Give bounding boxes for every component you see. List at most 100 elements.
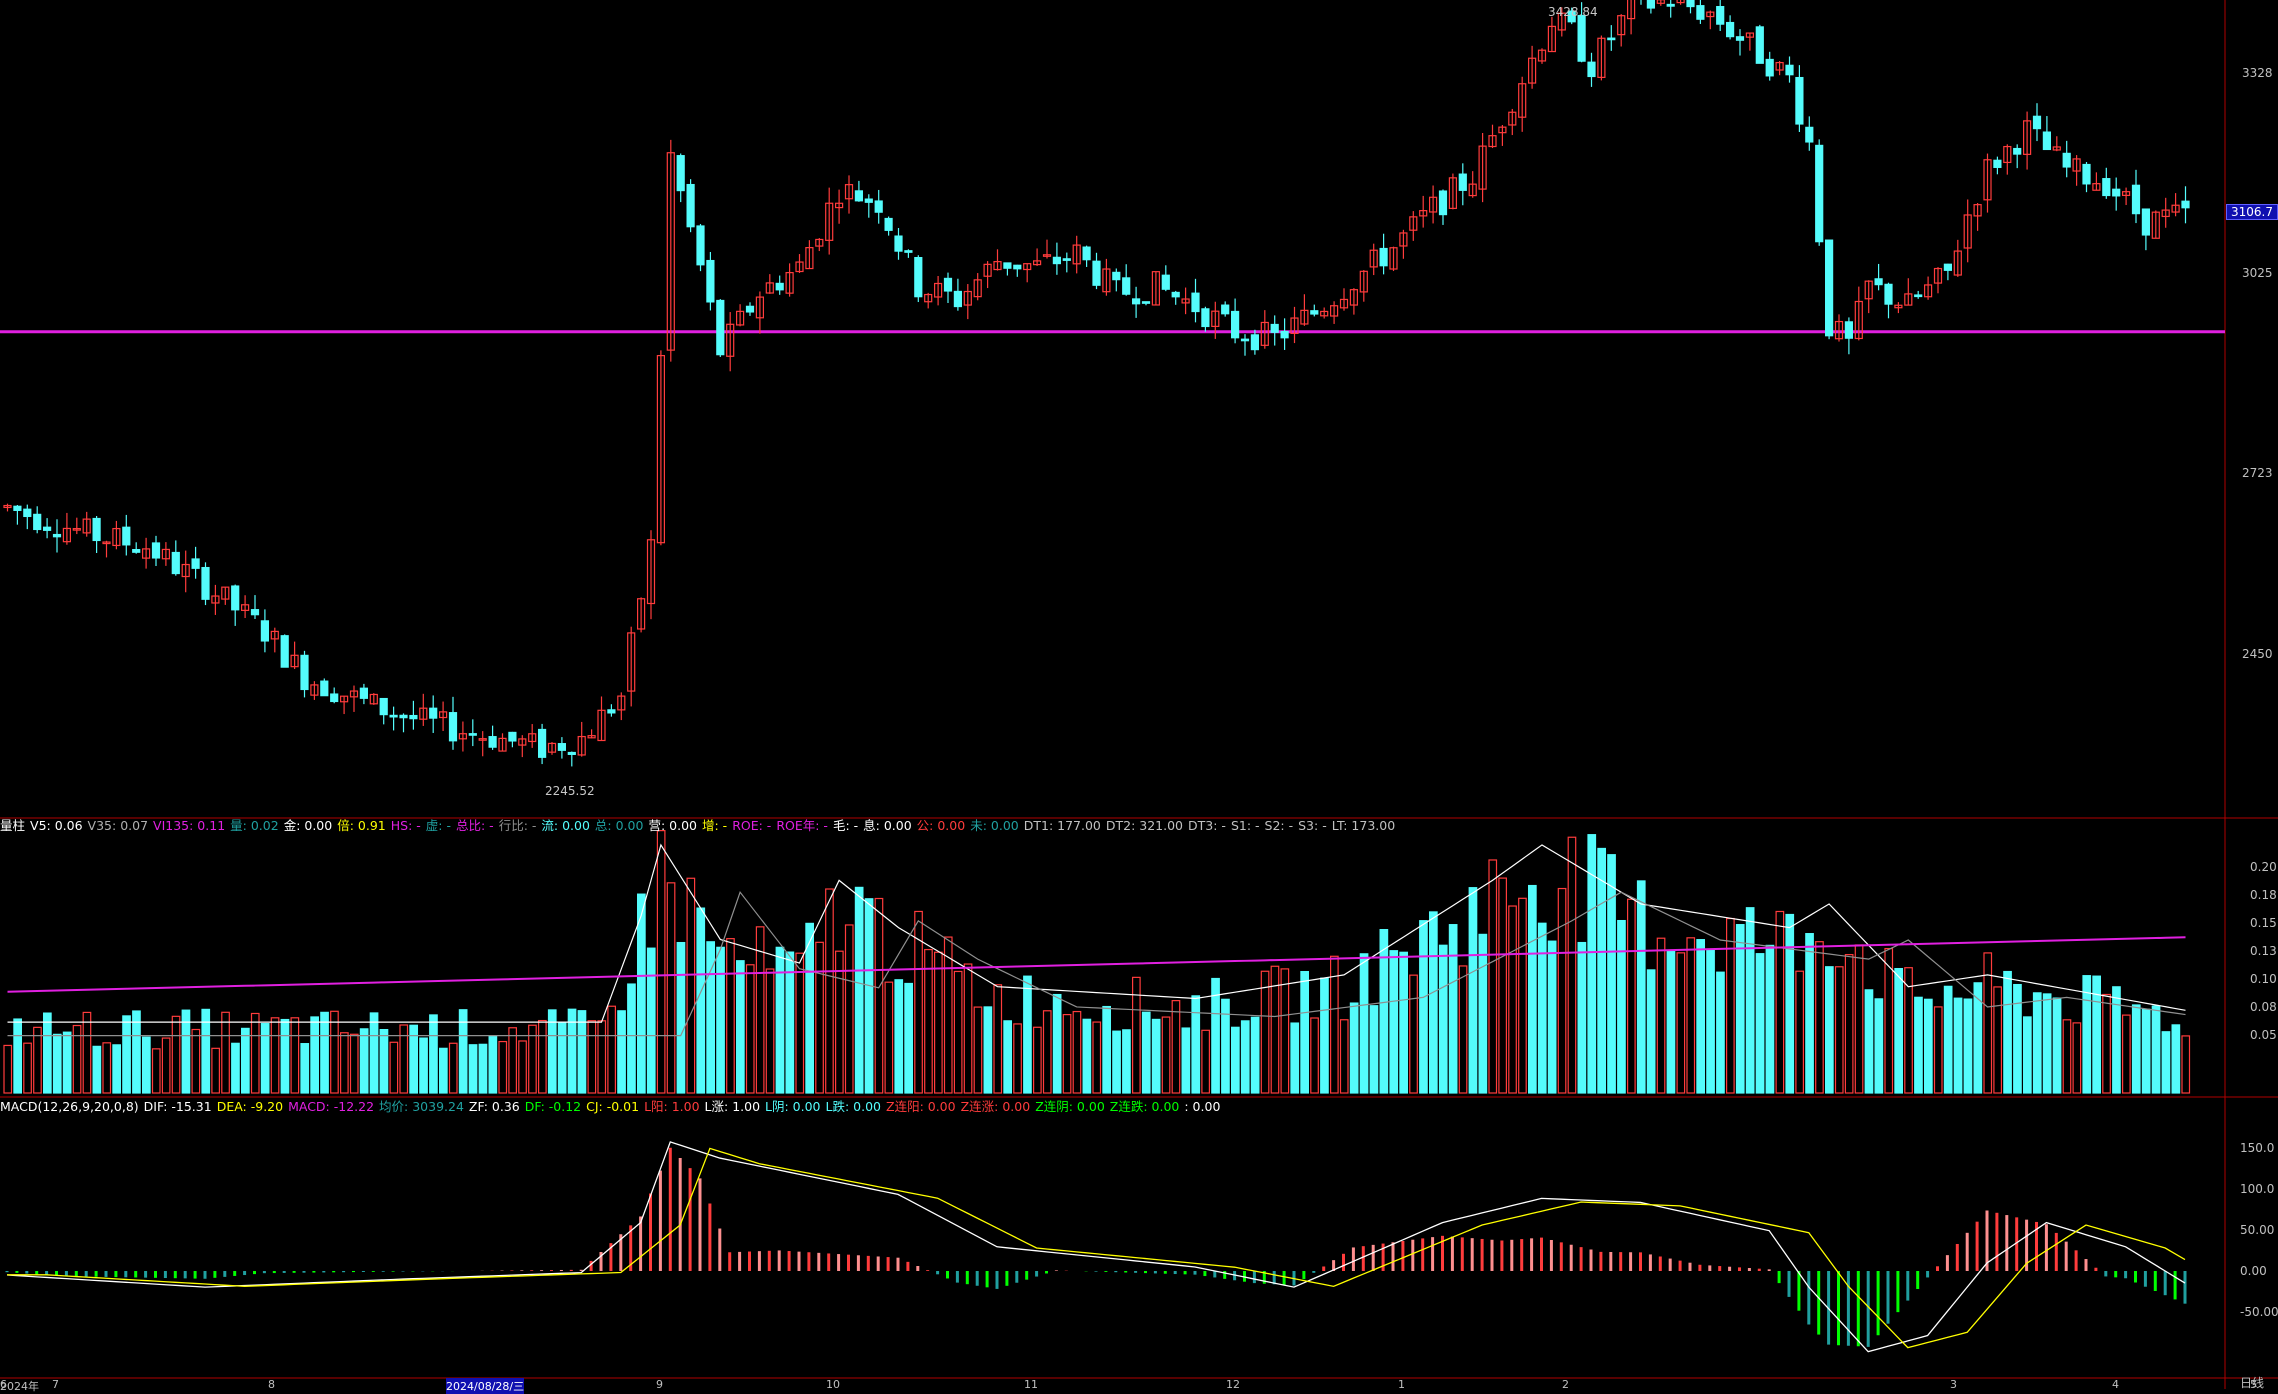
volume-bar [13,1018,22,1094]
candle-body [1993,159,2002,168]
volume-bar [1547,940,1557,1094]
indicator-value: : 0.00 [1184,1099,1221,1114]
candle-body [1716,6,1725,25]
indicator-value: S3: - [1298,818,1327,833]
volume-bar [1171,1000,1181,1094]
candle-body [676,155,685,192]
candle-body [1171,291,1180,298]
volume-bar [1310,1017,1319,1094]
indicator-value: 增: - [701,818,728,833]
indicator-value: V5: 0.06 [30,818,83,833]
volume-bar [2072,1022,2082,1094]
volume-bar [1676,952,1686,1094]
volume-bar [1617,919,1626,1094]
indicator-value: Z连涨: 0.00 [960,1099,1031,1114]
indicator-value: 总比: - [455,818,494,833]
volume-bar [1607,854,1616,1094]
volume-bar [1498,877,1508,1094]
candle-body [1795,76,1804,125]
indicator-value: 流: 0.00 [541,818,590,833]
volume-bar [33,1026,42,1094]
volume-bar [2062,1019,2072,1094]
volume-bar [904,982,914,1094]
volume-bar [1953,997,1963,1094]
candle-body [13,505,22,511]
volume-bar [1369,1005,1379,1094]
volume-bar [1013,1023,1022,1094]
volume-bar [1884,947,1894,1094]
candle-body [1587,61,1596,78]
volume-bar [894,979,904,1094]
candle-body [191,558,200,569]
candle-body [389,714,398,718]
candle-body [1052,256,1062,265]
volume-bar [1706,948,1715,1094]
indicator-value: MACD: -12.22 [288,1099,375,1114]
volume-bar [2032,992,2042,1094]
volume-bar [270,1017,280,1094]
candle-body [1607,37,1616,41]
volume-bar [1320,977,1329,1094]
time-tick: 8 [268,1378,275,1391]
volume-bar [805,922,815,1094]
volume-bar [1230,1026,1240,1094]
candle-body [429,707,438,719]
volume-series[interactable] [3,829,2191,1094]
candle-body [2082,163,2091,185]
volume-bar [627,983,636,1094]
volume-bar [42,1012,52,1094]
volume-bar [2151,1005,2161,1094]
volume-bar [1122,1029,1131,1094]
volume-bar [1092,1021,1102,1094]
volume-bar [3,1044,13,1094]
indicator-value: DF: -0.12 [524,1099,582,1114]
volume-bar [1874,998,1884,1094]
volume-bar [815,941,824,1094]
indicator-value: ZF: 0.36 [468,1099,520,1114]
indicator-value: CJ: -0.01 [586,1099,640,1114]
stock-chart[interactable] [0,0,2278,1389]
volume-bar [340,1032,349,1094]
volume-tick: 0.18 [2250,888,2277,902]
volume-bar [379,1028,389,1094]
volume-bar [23,1042,32,1094]
time-tick: 9 [656,1378,663,1391]
volume-bar [1102,1005,1112,1094]
volume-bar [1696,939,1706,1094]
volume-bar [191,1028,201,1094]
volume-bar [765,968,775,1094]
volume-bar [1646,969,1656,1094]
volume-bar [1141,1011,1151,1094]
volume-bar [1725,917,1735,1094]
volume-bar [973,1006,983,1094]
candle-body [280,635,289,668]
volume-bar [1844,954,1854,1094]
time-tick: 4 [2112,1378,2119,1391]
volume-bar [1290,1022,1300,1094]
candle-body [1943,263,1953,271]
volume-bar [478,1043,488,1094]
volume-bar [231,1042,240,1094]
candle-body [1280,330,1289,339]
candle-body [745,305,755,313]
volume-bar [1260,970,1270,1094]
volume-bar [834,950,844,1094]
macd-series[interactable] [5,1141,2187,1353]
candle-body [132,549,141,553]
period-label[interactable]: 日线 [2240,1374,2264,1391]
indicator-value: 行比: - [498,818,537,833]
volume-tick: 0.10 [2250,972,2277,986]
candle-body [1013,264,1022,270]
volume-bar [993,984,1003,1094]
volume-bar [983,1006,993,1094]
candlestick-series[interactable] [3,0,2190,767]
volume-bar [448,1042,458,1094]
indicator-value: L涨: 1.00 [704,1099,761,1114]
volume-bar [716,946,725,1094]
volume-bar [1993,986,2003,1094]
volume-bar [1072,1010,1082,1094]
price-tick-3328: 3328 [2242,66,2273,80]
candle-body [943,277,953,292]
volume-bar [221,1011,230,1094]
volume-bar [864,898,874,1094]
